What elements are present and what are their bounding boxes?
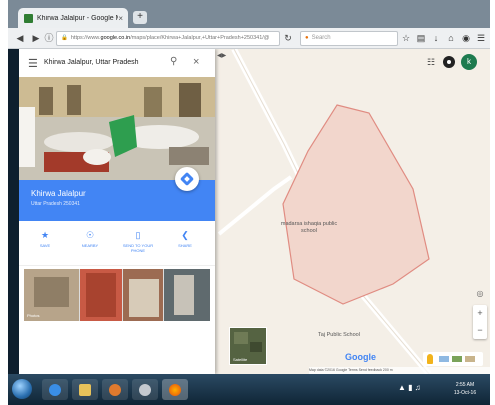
search-engine-icon: ● bbox=[305, 35, 309, 41]
map-footer[interactable]: Map data ©2016 Google Terms Send feedbac… bbox=[309, 367, 490, 374]
zoom-control: + − bbox=[473, 305, 487, 339]
back-arrow-icon[interactable]: ◀ bbox=[14, 32, 26, 44]
place-side-panel: ☰ Khirwa Jalalpur, Uttar Pradesh ⚲ × Khi… bbox=[19, 49, 215, 374]
star-icon: ★ bbox=[40, 230, 50, 240]
browser-toolbar: ◀ ▶ ⓘ 🔒 https://www.google.co.in/maps/pla… bbox=[8, 28, 490, 49]
imagery-thumb-icon[interactable] bbox=[465, 356, 475, 362]
send-to-phone-button[interactable]: ▯ SEND TO YOUR PHONE bbox=[118, 229, 158, 253]
account-avatar[interactable]: k bbox=[461, 54, 477, 70]
directions-button[interactable] bbox=[175, 167, 199, 191]
place-address: Uttar Pradesh 250341 bbox=[31, 201, 80, 207]
reading-list-icon[interactable]: ▤ bbox=[416, 33, 426, 43]
url-bar[interactable]: 🔒 https://www.google.co.in/maps/place/Khi… bbox=[56, 31, 280, 46]
home-icon[interactable]: ⌂ bbox=[446, 33, 456, 43]
place-label-madarsa[interactable]: madarsa ishaqia public school bbox=[274, 221, 344, 235]
url-prefix: https://www. bbox=[70, 35, 101, 41]
apps-grid-icon[interactable]: ☷ bbox=[425, 56, 437, 68]
taskbar-explorer[interactable] bbox=[72, 379, 98, 400]
pegman-icon[interactable] bbox=[427, 354, 433, 364]
save-label: SAVE bbox=[39, 243, 51, 248]
save-button[interactable]: ★ SAVE bbox=[25, 229, 65, 248]
forward-arrow-icon[interactable]: ▶ bbox=[30, 32, 42, 44]
satellite-label: Satellite bbox=[233, 357, 248, 362]
zoom-out-button[interactable]: − bbox=[473, 322, 487, 339]
firefox-icon bbox=[169, 383, 181, 396]
place-label-taj[interactable]: Taj Public School bbox=[309, 332, 369, 339]
info-icon[interactable]: ⓘ bbox=[43, 32, 55, 44]
phone-icon: ▯ bbox=[135, 230, 141, 240]
search-placeholder: Search bbox=[311, 35, 331, 41]
url-domain: google.co.in bbox=[100, 35, 131, 41]
browser-search-input[interactable]: ● Search bbox=[300, 31, 398, 46]
pocket-icon[interactable]: ◉ bbox=[461, 33, 471, 43]
imagery-thumb-icon[interactable] bbox=[452, 356, 462, 362]
clock-date: 13-Oct-16 bbox=[453, 390, 477, 396]
bookmark-star-icon[interactable]: ☆ bbox=[401, 33, 411, 43]
folder-icon bbox=[79, 383, 91, 396]
browser-tab-bar: Khirwa Jalalpur - Google M... × + bbox=[8, 0, 490, 28]
search-query[interactable]: Khirwa Jalalpur, Uttar Pradesh bbox=[44, 59, 139, 66]
taskbar-firefox[interactable] bbox=[162, 379, 188, 400]
internet-explorer-icon bbox=[49, 383, 61, 396]
web-content: madarsa ishaqia public school Taj Public… bbox=[19, 49, 490, 374]
photo-gallery[interactable]: Photos bbox=[24, 269, 210, 321]
taskbar-app[interactable] bbox=[132, 379, 158, 400]
app-icon bbox=[139, 383, 151, 396]
directions-label[interactable]: Directions bbox=[171, 337, 193, 343]
start-button[interactable] bbox=[12, 379, 32, 399]
desktop-window: Khirwa Jalalpur - Google M... × + ◀ ▶ ⓘ … bbox=[8, 0, 490, 405]
reload-icon[interactable]: ↻ bbox=[282, 32, 294, 44]
taskbar-ie[interactable] bbox=[42, 379, 68, 400]
new-tab-button[interactable]: + bbox=[133, 11, 147, 24]
place-hero-photo[interactable] bbox=[19, 77, 215, 180]
google-maps-favicon-icon bbox=[24, 13, 33, 23]
tab-title: Khirwa Jalalpur - Google M... bbox=[37, 14, 119, 22]
media-player-icon bbox=[109, 383, 121, 396]
maps-search-box[interactable]: ☰ Khirwa Jalalpur, Uttar Pradesh ⚲ × bbox=[19, 49, 215, 78]
collapse-panel-icon[interactable]: ◀▶ bbox=[217, 52, 226, 59]
gallery-images bbox=[24, 269, 210, 321]
tab-close-icon[interactable]: × bbox=[118, 14, 123, 23]
hamburger-menu-icon[interactable]: ☰ bbox=[476, 33, 486, 43]
directions-icon bbox=[179, 171, 195, 187]
share-icon: ❮ bbox=[181, 230, 189, 240]
nearby-button[interactable]: ☉ NEARBY bbox=[70, 229, 110, 248]
taskbar-clock[interactable]: 2:55 AM 13-Oct-16 bbox=[445, 381, 485, 397]
imagery-thumb-icon[interactable] bbox=[439, 356, 449, 362]
download-icon[interactable]: ↓ bbox=[431, 33, 441, 43]
send-to-phone-label: SEND TO YOUR PHONE bbox=[122, 243, 154, 253]
clock-time: 2:55 AM bbox=[455, 382, 475, 388]
my-location-icon[interactable]: ◎ bbox=[475, 289, 485, 299]
url-path: /maps/place/Khirwa+Jalalpur,+Uttar+Prade… bbox=[130, 35, 270, 41]
google-logo: Google bbox=[345, 352, 376, 362]
share-button[interactable]: ❮ SHARE bbox=[165, 229, 205, 248]
nearby-icon: ☉ bbox=[85, 230, 95, 240]
taskbar-media[interactable] bbox=[102, 379, 128, 400]
menu-icon[interactable]: ☰ bbox=[28, 57, 38, 70]
windows-taskbar: ▲ ▮ ♫ 2:55 AM 13-Oct-16 bbox=[8, 374, 490, 405]
nearby-label: NEARBY bbox=[81, 243, 99, 248]
browser-tab[interactable]: Khirwa Jalalpur - Google M... × bbox=[18, 8, 128, 28]
satellite-toggle[interactable]: Satellite bbox=[229, 327, 267, 365]
zoom-in-button[interactable]: + bbox=[473, 305, 487, 322]
lock-icon: 🔒 bbox=[61, 35, 68, 41]
pegman-and-imagery-control bbox=[423, 352, 483, 366]
hero-photo-image bbox=[19, 77, 215, 180]
share-label: SHARE bbox=[178, 243, 192, 248]
gallery-label: Photos bbox=[27, 313, 40, 318]
close-icon[interactable]: × bbox=[193, 56, 199, 68]
place-name: Khirwa Jalalpur bbox=[31, 189, 86, 198]
place-actions: ★ SAVE ☉ NEARBY ▯ SEND TO YOUR PHONE ❮ S… bbox=[19, 221, 215, 266]
search-icon[interactable]: ⚲ bbox=[170, 56, 177, 67]
system-tray[interactable]: ▲ ▮ ♫ bbox=[398, 383, 421, 392]
notifications-icon[interactable] bbox=[443, 56, 455, 68]
